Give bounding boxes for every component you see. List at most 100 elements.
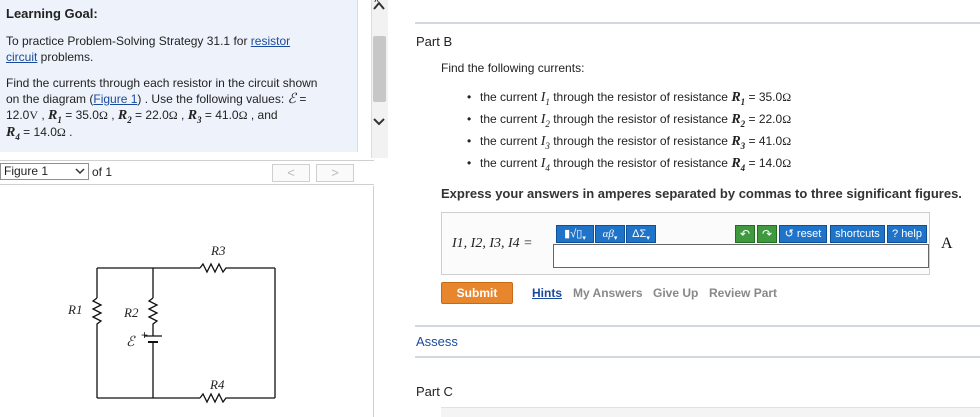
ohm-unit: Ω: [782, 112, 792, 126]
ohm-unit: Ω: [782, 90, 792, 104]
scroll-down-icon[interactable]: [372, 116, 386, 130]
circuit-link[interactable]: circuit: [6, 50, 37, 64]
r4-value: 14.0: [33, 125, 57, 139]
bullet-item-4: • the current I4 through the resistor of …: [467, 156, 792, 173]
submit-button[interactable]: Submit: [441, 282, 513, 304]
circuit-figure: R3 R4 R1 R2 ℰ +: [0, 186, 374, 417]
goal-prefix: To practice Problem-Solving Strategy 31.…: [6, 34, 251, 48]
bullet-text: the current: [480, 134, 541, 148]
ohm-unit: Ω: [782, 134, 792, 148]
r2-symbol: R2: [117, 108, 132, 125]
scroll-up-chevron-icon[interactable]: [372, 0, 386, 15]
r1-value: 35.0: [75, 108, 99, 122]
answer-input[interactable]: [553, 244, 929, 268]
bullet-text: through the resistor of resistance: [549, 90, 732, 104]
bullet-item-1: • the current I1 through the resistor of …: [467, 90, 792, 107]
bullet-text: through the resistor of resistance: [549, 112, 732, 126]
hints-link-text: Hints: [532, 286, 562, 300]
problem-values-line2: R4 = 14.0Ω .: [6, 125, 73, 142]
divider: [415, 356, 980, 358]
help-button[interactable]: ? help: [887, 225, 927, 243]
figure-1-link[interactable]: Figure 1: [93, 92, 137, 106]
r3-symbol: R3: [187, 108, 202, 125]
divider: [415, 325, 980, 327]
part-c-title: Part C: [416, 384, 453, 399]
ohm-unit: Ω: [168, 108, 178, 122]
find-line2-post: ) . Use the following values:: [137, 92, 285, 106]
resistance-value: = 22.0: [745, 112, 783, 126]
resistor-link[interactable]: resistor: [251, 34, 290, 48]
find-line2-pre: on the diagram (: [6, 92, 94, 106]
templates-icon: ▮√▯: [564, 228, 583, 240]
chevron-down-icon: [75, 168, 85, 175]
r1-label-text: R1: [68, 302, 83, 317]
r2-value: 22.0: [145, 108, 169, 122]
problem-statement-line2: on the diagram (Figure 1) . Use the foll…: [6, 92, 307, 107]
templates-button[interactable]: ▮√▯▾: [556, 225, 594, 243]
learning-goal-text-2: circuit problems.: [6, 49, 93, 65]
resistance-value: = 41.0: [745, 134, 783, 148]
ohm-unit: Ω: [238, 108, 248, 122]
shortcuts-button[interactable]: shortcuts: [830, 225, 885, 243]
r2-label-text: R2: [124, 305, 139, 320]
goal-suffix: problems.: [37, 50, 94, 64]
hints-link[interactable]: Hints: [532, 286, 562, 300]
assess-link[interactable]: Assess: [416, 334, 458, 349]
undo-icon: ↶: [739, 227, 751, 241]
circuit-diagram: [91, 262, 276, 404]
answer-label: I1, I2, I3, I4 =: [452, 236, 533, 252]
review-part-link[interactable]: Review Part: [709, 286, 777, 300]
greek-icon: αβ: [602, 228, 614, 240]
r4-symbol: R4: [6, 125, 20, 142]
battery-plus-label: +: [141, 328, 149, 342]
resistance-symbol: R: [731, 156, 741, 171]
find-currents-text: Find the following currents:: [441, 61, 585, 75]
r2-label: R2: [124, 305, 138, 321]
give-up-link[interactable]: Give Up: [653, 286, 698, 300]
r1-label: R1: [68, 302, 82, 318]
r4-label: R4: [210, 377, 224, 393]
symbols-icon: ΔΣ: [632, 228, 647, 240]
figure-select[interactable]: Figure 1: [0, 163, 89, 180]
answer-instruction: Express your answers in amperes separate…: [441, 186, 962, 201]
divider: [415, 22, 980, 24]
part-c-content: [441, 407, 980, 417]
learning-goal-panel: Learning Goal: To practice Problem-Solvi…: [0, 0, 358, 152]
ohm-unit: Ω: [98, 108, 108, 122]
bullet-item-3: • the current I3 through the resistor of …: [467, 134, 792, 151]
resistance-value: = 14.0: [745, 156, 783, 170]
greek-letters-button[interactable]: αβ▾: [595, 225, 625, 243]
answer-label-text: I1, I2, I3, I4 =: [452, 236, 533, 251]
my-answers-link[interactable]: My Answers: [573, 286, 643, 300]
learning-goal-heading: Learning Goal:: [6, 6, 98, 21]
bullet-text: through the resistor of resistance: [549, 134, 732, 148]
resistance-symbol: R: [731, 90, 741, 105]
emf-label: ℰ: [126, 335, 135, 350]
help-icon: ?: [892, 228, 899, 240]
figure-next-button[interactable]: >: [316, 164, 354, 182]
problem-statement-line1: Find the currents through each resistor …: [6, 76, 318, 90]
reset-button[interactable]: ↺ reset: [779, 225, 827, 243]
redo-icon: ↷: [761, 227, 773, 241]
r3-value: 41.0: [215, 108, 239, 122]
resistance-value: = 35.0: [745, 90, 783, 104]
help-label: help: [901, 228, 922, 240]
redo-button[interactable]: ↷: [757, 225, 777, 243]
ohm-unit: Ω: [56, 125, 66, 139]
reset-label: reset: [796, 228, 822, 240]
undo-button[interactable]: ↶: [735, 225, 755, 243]
bullet-item-2: • the current I2 through the resistor of …: [467, 112, 792, 129]
reset-icon: ↺: [784, 228, 794, 240]
figure-prev-button[interactable]: <: [272, 164, 310, 182]
learning-goal-text: To practice Problem-Solving Strategy 31.…: [6, 33, 346, 49]
scrollbar-thumb[interactable]: [373, 36, 386, 102]
resistance-symbol: R: [731, 112, 741, 127]
bullet-text: through the resistor of resistance: [549, 156, 732, 170]
figure-count: of 1: [92, 165, 113, 179]
r1-symbol: R1: [48, 108, 62, 125]
r3-label-text: R3: [211, 243, 226, 258]
figure-select-value: Figure 1: [4, 164, 49, 178]
symbols-button[interactable]: ΔΣ▾: [626, 225, 656, 243]
bullet-text: the current: [480, 90, 541, 104]
resistance-symbol: R: [731, 134, 741, 149]
